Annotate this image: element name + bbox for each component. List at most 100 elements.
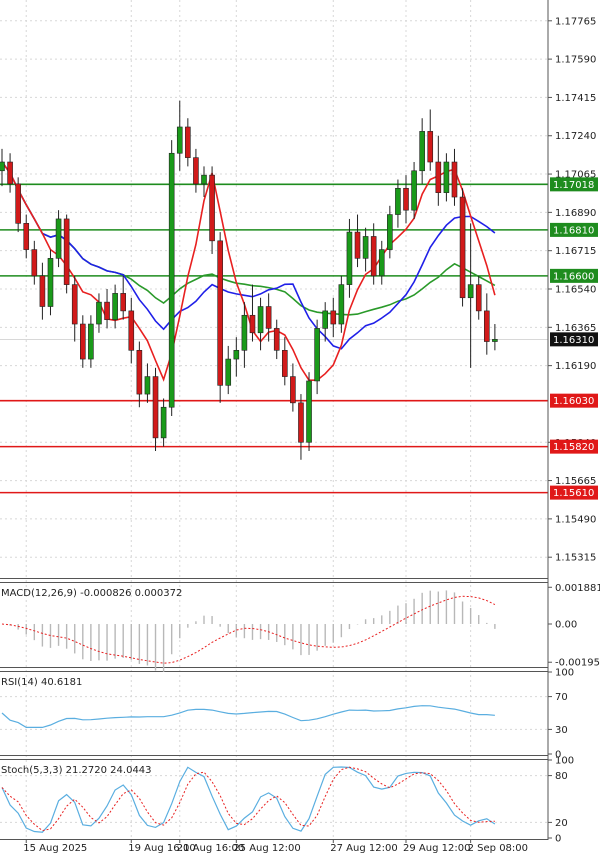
candle-body-1 bbox=[7, 161, 13, 185]
candle-body-31 bbox=[249, 314, 256, 334]
candle-body-14 bbox=[112, 293, 118, 320]
candle-body-15 bbox=[120, 293, 126, 312]
candle-body-3 bbox=[23, 223, 30, 250]
candle-body-6 bbox=[47, 258, 54, 307]
candle-body-21 bbox=[168, 152, 175, 408]
candle-body-49 bbox=[395, 187, 401, 215]
candles bbox=[0, 100, 498, 460]
macd-panel-tick-label-0: 0.001881 bbox=[555, 583, 600, 594]
candle-body-46 bbox=[370, 236, 377, 277]
price-tick-label-9: 1.16190 bbox=[555, 361, 596, 372]
candle-body-9 bbox=[71, 284, 78, 325]
time-label-0: 15 Aug 2025 bbox=[23, 843, 87, 854]
candle-body-40 bbox=[322, 310, 329, 329]
candle-body-26 bbox=[209, 174, 215, 242]
candle-body-28 bbox=[225, 358, 232, 386]
rsi-panel-tick-label-0: 100 bbox=[555, 668, 574, 679]
candle-body-16 bbox=[128, 310, 135, 351]
candle-body-7 bbox=[55, 218, 62, 259]
candle-body-19 bbox=[152, 376, 159, 439]
time-label-4: 27 Aug 12:00 bbox=[330, 843, 397, 854]
stoch-panel-tick-label-3: 0 bbox=[555, 834, 561, 845]
price-tick-label-0: 1.17765 bbox=[555, 16, 596, 27]
rsi-panel-tick-label-1: 70 bbox=[555, 692, 568, 703]
candle-body-56 bbox=[451, 161, 458, 198]
stoch-panel-tick-label-1: 80 bbox=[555, 771, 568, 782]
candle-body-27 bbox=[217, 240, 223, 386]
grid bbox=[0, 0, 548, 839]
ma-fast-line bbox=[1, 161, 496, 382]
candle-body-12 bbox=[96, 301, 102, 325]
level-label-0: 1.17018 bbox=[553, 180, 594, 191]
candle-body-48 bbox=[387, 214, 393, 250]
candle-body-44 bbox=[354, 231, 361, 259]
price-tick-label-7: 1.16540 bbox=[555, 285, 596, 296]
rsi-panel-label: RSI(14) 40.6181 bbox=[1, 677, 82, 688]
candle-body-8 bbox=[63, 218, 70, 285]
price-tick-label-3: 1.17240 bbox=[555, 131, 596, 142]
price-tick-label-6: 1.16715 bbox=[555, 246, 596, 257]
candle-body-57 bbox=[459, 196, 466, 299]
candle-body-29 bbox=[233, 350, 240, 360]
candle-body-41 bbox=[330, 310, 337, 325]
candle-body-22 bbox=[176, 126, 183, 154]
stoch-panel-label: Stoch(5,3,3) 21.2720 24.0443 bbox=[1, 765, 152, 776]
candle-body-32 bbox=[257, 306, 264, 334]
rsi-line bbox=[1, 705, 495, 728]
candle-body-43 bbox=[346, 231, 353, 285]
current-price-label: 1.16310 bbox=[553, 335, 594, 346]
candle-body-5 bbox=[39, 275, 46, 307]
candle-body-39 bbox=[314, 328, 320, 382]
stoch-panel-tick-label-2: 20 bbox=[555, 818, 568, 829]
candle-body-11 bbox=[88, 323, 94, 360]
price-tick-label-5: 1.16890 bbox=[555, 208, 596, 219]
candle-body-25 bbox=[201, 174, 207, 185]
candle-body-60 bbox=[483, 310, 490, 342]
candle-body-34 bbox=[273, 328, 280, 351]
candle-body-35 bbox=[281, 350, 288, 377]
candle-body-42 bbox=[338, 284, 345, 325]
time-axis: 15 Aug 2025 19 Aug 16:0021 Aug 16:0025 Au… bbox=[23, 839, 528, 854]
price-tick-label-13: 1.15315 bbox=[555, 553, 596, 564]
candle-body-0 bbox=[0, 161, 5, 172]
price-tick-label-11: 1.15665 bbox=[555, 476, 596, 487]
price-tick-label-8: 1.16365 bbox=[555, 323, 596, 334]
time-label-6: 2 Sep 08:00 bbox=[468, 843, 528, 854]
macd-panel-label: MACD(12,26,9) -0.000826 0.000372 bbox=[1, 588, 182, 599]
candle-body-52 bbox=[419, 131, 425, 172]
indicator-panels: MACD(12,26,9) -0.000826 0.000372 0.001881… bbox=[0, 583, 600, 845]
candle-body-51 bbox=[411, 170, 417, 211]
candle-body-38 bbox=[306, 380, 312, 443]
level-label-4: 1.15820 bbox=[553, 442, 594, 453]
price-chart: 1.177651.175901.174151.172401.170651.168… bbox=[0, 0, 600, 854]
candle-body-47 bbox=[378, 249, 385, 277]
candle-body-23 bbox=[185, 126, 191, 158]
candle-body-45 bbox=[362, 236, 369, 259]
macd-signal-line bbox=[1, 595, 496, 664]
candle-body-59 bbox=[475, 284, 482, 312]
candle-body-58 bbox=[467, 284, 474, 299]
stoch-d-line bbox=[1, 766, 495, 832]
candle-body-30 bbox=[241, 314, 248, 351]
candle-body-17 bbox=[136, 350, 143, 395]
candle-body-36 bbox=[290, 376, 296, 404]
level-label-2: 1.16600 bbox=[553, 271, 594, 282]
price-tick-label-2: 1.17415 bbox=[555, 93, 596, 104]
candle-body-50 bbox=[403, 187, 409, 211]
candle-body-4 bbox=[31, 249, 38, 277]
level-label-3: 1.16030 bbox=[553, 396, 594, 407]
candle-body-37 bbox=[298, 402, 304, 443]
candle-body-33 bbox=[265, 306, 272, 329]
time-label-3: 25 Aug 12:00 bbox=[233, 843, 300, 854]
candle-body-55 bbox=[443, 161, 450, 193]
price-tick-label-12: 1.15490 bbox=[555, 514, 596, 525]
macd-panel-tick-label-1: 0.00 bbox=[555, 620, 577, 631]
candle-body-20 bbox=[160, 406, 167, 439]
candle-body-54 bbox=[435, 161, 442, 193]
candle-body-53 bbox=[427, 131, 434, 163]
rsi-panel-tick-label-2: 30 bbox=[555, 725, 568, 736]
candle-body-10 bbox=[80, 323, 86, 360]
level-label-1: 1.16810 bbox=[553, 225, 594, 236]
candle-body-24 bbox=[193, 157, 199, 185]
stoch-panel-tick-label-0: 100 bbox=[555, 756, 574, 767]
